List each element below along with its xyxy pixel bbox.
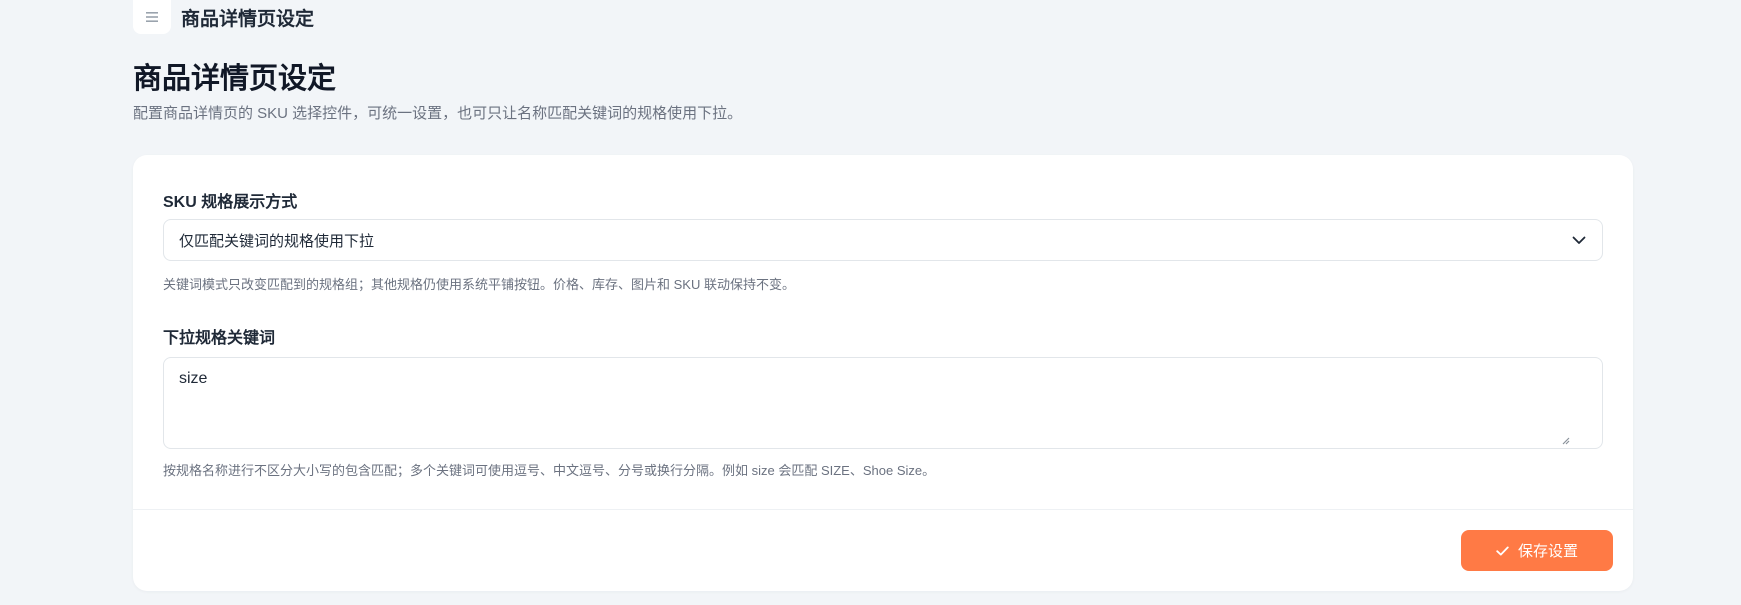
check-icon [1496, 546, 1509, 555]
card-divider [133, 509, 1633, 510]
save-button-label: 保存设置 [1517, 543, 1578, 560]
page-description: 配置商品详情页的 SKU 选择控件，可统一设置，也可只让名称匹配关键词的规格使用… [133, 105, 743, 122]
keywords-textarea[interactable]: size [163, 357, 1603, 449]
chevron-down-icon [1571, 232, 1587, 248]
display-mode-select[interactable]: 仅匹配关键词的规格使用下拉 [163, 219, 1603, 261]
display-mode-selected-value: 仅匹配关键词的规格使用下拉 [179, 232, 375, 250]
display-mode-label: SKU 规格展示方式 [163, 194, 298, 211]
save-settings-button[interactable]: 保存设置 [1461, 530, 1613, 571]
header-title: 商品详情页设定 [181, 8, 315, 30]
top-bar: 商品详情页设定 [133, 0, 314, 34]
display-mode-help: 关键词模式只改变匹配到的规格组；其他规格仍使用系统平铺按钮。价格、库存、图片和 … [163, 277, 795, 292]
hamburger-menu-icon [146, 12, 158, 22]
menu-toggle-button[interactable] [133, 0, 171, 34]
page-title: 商品详情页设定 [133, 63, 337, 95]
settings-card: SKU 规格展示方式 仅匹配关键词的规格使用下拉 关键词模式只改变匹配到的规格组… [133, 155, 1633, 591]
keywords-label: 下拉规格关键词 [163, 330, 276, 347]
resize-grip-icon[interactable] [1560, 435, 1570, 445]
keywords-help: 按规格名称进行不区分大小写的包含匹配；多个关键词可使用逗号、中文逗号、分号或换行… [163, 463, 936, 478]
